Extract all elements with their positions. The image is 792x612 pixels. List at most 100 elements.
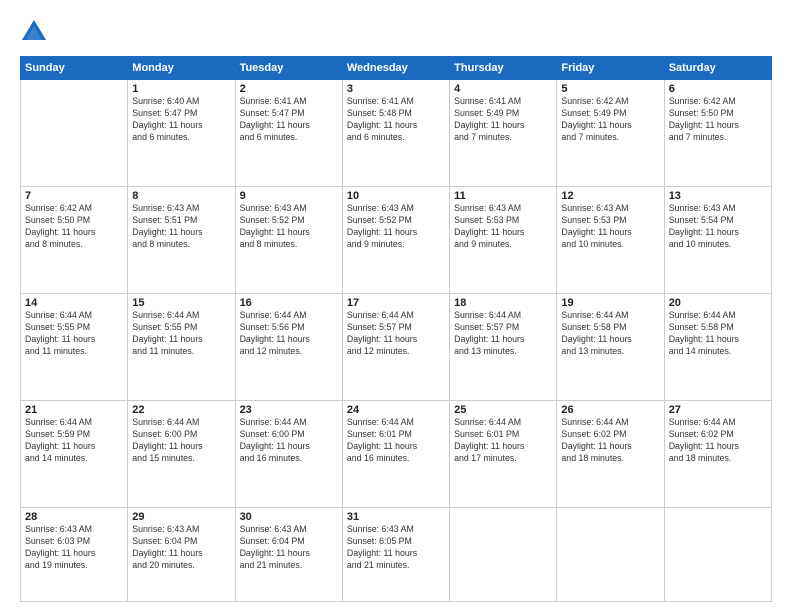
weekday-header-wednesday: Wednesday — [342, 57, 449, 80]
day-info: Sunrise: 6:41 AM Sunset: 5:48 PM Dayligh… — [347, 96, 445, 144]
day-info: Sunrise: 6:42 AM Sunset: 5:50 PM Dayligh… — [25, 203, 123, 251]
calendar-cell: 11Sunrise: 6:43 AM Sunset: 5:53 PM Dayli… — [450, 187, 557, 294]
calendar-cell: 4Sunrise: 6:41 AM Sunset: 5:49 PM Daylig… — [450, 80, 557, 187]
calendar-cell: 15Sunrise: 6:44 AM Sunset: 5:55 PM Dayli… — [128, 294, 235, 401]
calendar-table: SundayMondayTuesdayWednesdayThursdayFrid… — [20, 56, 772, 602]
day-number: 22 — [132, 404, 230, 416]
calendar-cell: 24Sunrise: 6:44 AM Sunset: 6:01 PM Dayli… — [342, 401, 449, 508]
calendar-cell: 29Sunrise: 6:43 AM Sunset: 6:04 PM Dayli… — [128, 508, 235, 602]
day-info: Sunrise: 6:43 AM Sunset: 5:53 PM Dayligh… — [454, 203, 552, 251]
calendar-cell: 19Sunrise: 6:44 AM Sunset: 5:58 PM Dayli… — [557, 294, 664, 401]
day-number: 25 — [454, 404, 552, 416]
logo-icon — [20, 18, 48, 46]
day-number: 7 — [25, 190, 123, 202]
day-info: Sunrise: 6:43 AM Sunset: 6:04 PM Dayligh… — [240, 524, 338, 572]
day-info: Sunrise: 6:44 AM Sunset: 5:58 PM Dayligh… — [669, 310, 767, 358]
calendar-cell: 23Sunrise: 6:44 AM Sunset: 6:00 PM Dayli… — [235, 401, 342, 508]
day-info: Sunrise: 6:44 AM Sunset: 6:02 PM Dayligh… — [669, 417, 767, 465]
day-number: 26 — [561, 404, 659, 416]
calendar-cell: 26Sunrise: 6:44 AM Sunset: 6:02 PM Dayli… — [557, 401, 664, 508]
day-number: 4 — [454, 83, 552, 95]
calendar-cell — [21, 80, 128, 187]
day-info: Sunrise: 6:44 AM Sunset: 6:02 PM Dayligh… — [561, 417, 659, 465]
day-info: Sunrise: 6:44 AM Sunset: 6:01 PM Dayligh… — [454, 417, 552, 465]
day-info: Sunrise: 6:43 AM Sunset: 5:53 PM Dayligh… — [561, 203, 659, 251]
weekday-header-thursday: Thursday — [450, 57, 557, 80]
calendar-cell — [664, 508, 771, 602]
calendar-week-1: 7Sunrise: 6:42 AM Sunset: 5:50 PM Daylig… — [21, 187, 772, 294]
day-info: Sunrise: 6:43 AM Sunset: 6:04 PM Dayligh… — [132, 524, 230, 572]
day-number: 21 — [25, 404, 123, 416]
calendar-cell: 30Sunrise: 6:43 AM Sunset: 6:04 PM Dayli… — [235, 508, 342, 602]
calendar-cell: 6Sunrise: 6:42 AM Sunset: 5:50 PM Daylig… — [664, 80, 771, 187]
day-info: Sunrise: 6:43 AM Sunset: 6:05 PM Dayligh… — [347, 524, 445, 572]
calendar-cell: 22Sunrise: 6:44 AM Sunset: 6:00 PM Dayli… — [128, 401, 235, 508]
day-number: 2 — [240, 83, 338, 95]
day-number: 5 — [561, 83, 659, 95]
day-info: Sunrise: 6:44 AM Sunset: 5:55 PM Dayligh… — [132, 310, 230, 358]
calendar-week-2: 14Sunrise: 6:44 AM Sunset: 5:55 PM Dayli… — [21, 294, 772, 401]
day-number: 23 — [240, 404, 338, 416]
day-number: 19 — [561, 297, 659, 309]
day-number: 10 — [347, 190, 445, 202]
day-info: Sunrise: 6:43 AM Sunset: 5:51 PM Dayligh… — [132, 203, 230, 251]
header — [20, 18, 772, 46]
day-info: Sunrise: 6:44 AM Sunset: 6:01 PM Dayligh… — [347, 417, 445, 465]
day-number: 20 — [669, 297, 767, 309]
calendar-cell: 3Sunrise: 6:41 AM Sunset: 5:48 PM Daylig… — [342, 80, 449, 187]
day-info: Sunrise: 6:44 AM Sunset: 6:00 PM Dayligh… — [240, 417, 338, 465]
day-info: Sunrise: 6:40 AM Sunset: 5:47 PM Dayligh… — [132, 96, 230, 144]
day-info: Sunrise: 6:44 AM Sunset: 5:57 PM Dayligh… — [454, 310, 552, 358]
weekday-header-saturday: Saturday — [664, 57, 771, 80]
day-number: 18 — [454, 297, 552, 309]
day-number: 8 — [132, 190, 230, 202]
weekday-header-sunday: Sunday — [21, 57, 128, 80]
calendar-cell: 5Sunrise: 6:42 AM Sunset: 5:49 PM Daylig… — [557, 80, 664, 187]
day-number: 14 — [25, 297, 123, 309]
calendar-cell — [450, 508, 557, 602]
calendar-cell: 21Sunrise: 6:44 AM Sunset: 5:59 PM Dayli… — [21, 401, 128, 508]
calendar-cell: 16Sunrise: 6:44 AM Sunset: 5:56 PM Dayli… — [235, 294, 342, 401]
day-number: 12 — [561, 190, 659, 202]
day-number: 9 — [240, 190, 338, 202]
day-info: Sunrise: 6:44 AM Sunset: 5:58 PM Dayligh… — [561, 310, 659, 358]
day-number: 29 — [132, 511, 230, 523]
calendar-cell: 13Sunrise: 6:43 AM Sunset: 5:54 PM Dayli… — [664, 187, 771, 294]
calendar-cell: 10Sunrise: 6:43 AM Sunset: 5:52 PM Dayli… — [342, 187, 449, 294]
day-info: Sunrise: 6:44 AM Sunset: 5:59 PM Dayligh… — [25, 417, 123, 465]
calendar-cell: 28Sunrise: 6:43 AM Sunset: 6:03 PM Dayli… — [21, 508, 128, 602]
day-info: Sunrise: 6:42 AM Sunset: 5:50 PM Dayligh… — [669, 96, 767, 144]
day-info: Sunrise: 6:41 AM Sunset: 5:47 PM Dayligh… — [240, 96, 338, 144]
calendar-cell: 9Sunrise: 6:43 AM Sunset: 5:52 PM Daylig… — [235, 187, 342, 294]
day-info: Sunrise: 6:44 AM Sunset: 5:55 PM Dayligh… — [25, 310, 123, 358]
calendar-cell: 12Sunrise: 6:43 AM Sunset: 5:53 PM Dayli… — [557, 187, 664, 294]
day-info: Sunrise: 6:43 AM Sunset: 5:52 PM Dayligh… — [347, 203, 445, 251]
calendar-cell: 18Sunrise: 6:44 AM Sunset: 5:57 PM Dayli… — [450, 294, 557, 401]
day-number: 28 — [25, 511, 123, 523]
weekday-header-tuesday: Tuesday — [235, 57, 342, 80]
day-number: 3 — [347, 83, 445, 95]
day-info: Sunrise: 6:43 AM Sunset: 6:03 PM Dayligh… — [25, 524, 123, 572]
weekday-header-monday: Monday — [128, 57, 235, 80]
day-info: Sunrise: 6:41 AM Sunset: 5:49 PM Dayligh… — [454, 96, 552, 144]
calendar-cell: 1Sunrise: 6:40 AM Sunset: 5:47 PM Daylig… — [128, 80, 235, 187]
calendar-cell: 31Sunrise: 6:43 AM Sunset: 6:05 PM Dayli… — [342, 508, 449, 602]
day-number: 31 — [347, 511, 445, 523]
calendar-cell: 17Sunrise: 6:44 AM Sunset: 5:57 PM Dayli… — [342, 294, 449, 401]
day-number: 17 — [347, 297, 445, 309]
day-number: 6 — [669, 83, 767, 95]
calendar-cell: 14Sunrise: 6:44 AM Sunset: 5:55 PM Dayli… — [21, 294, 128, 401]
day-number: 1 — [132, 83, 230, 95]
day-info: Sunrise: 6:43 AM Sunset: 5:54 PM Dayligh… — [669, 203, 767, 251]
calendar-week-0: 1Sunrise: 6:40 AM Sunset: 5:47 PM Daylig… — [21, 80, 772, 187]
day-number: 27 — [669, 404, 767, 416]
page: SundayMondayTuesdayWednesdayThursdayFrid… — [0, 0, 792, 612]
calendar-cell: 20Sunrise: 6:44 AM Sunset: 5:58 PM Dayli… — [664, 294, 771, 401]
calendar-cell: 7Sunrise: 6:42 AM Sunset: 5:50 PM Daylig… — [21, 187, 128, 294]
day-number: 16 — [240, 297, 338, 309]
day-info: Sunrise: 6:44 AM Sunset: 5:56 PM Dayligh… — [240, 310, 338, 358]
weekday-header-row: SundayMondayTuesdayWednesdayThursdayFrid… — [21, 57, 772, 80]
day-number: 24 — [347, 404, 445, 416]
calendar-week-4: 28Sunrise: 6:43 AM Sunset: 6:03 PM Dayli… — [21, 508, 772, 602]
day-number: 11 — [454, 190, 552, 202]
